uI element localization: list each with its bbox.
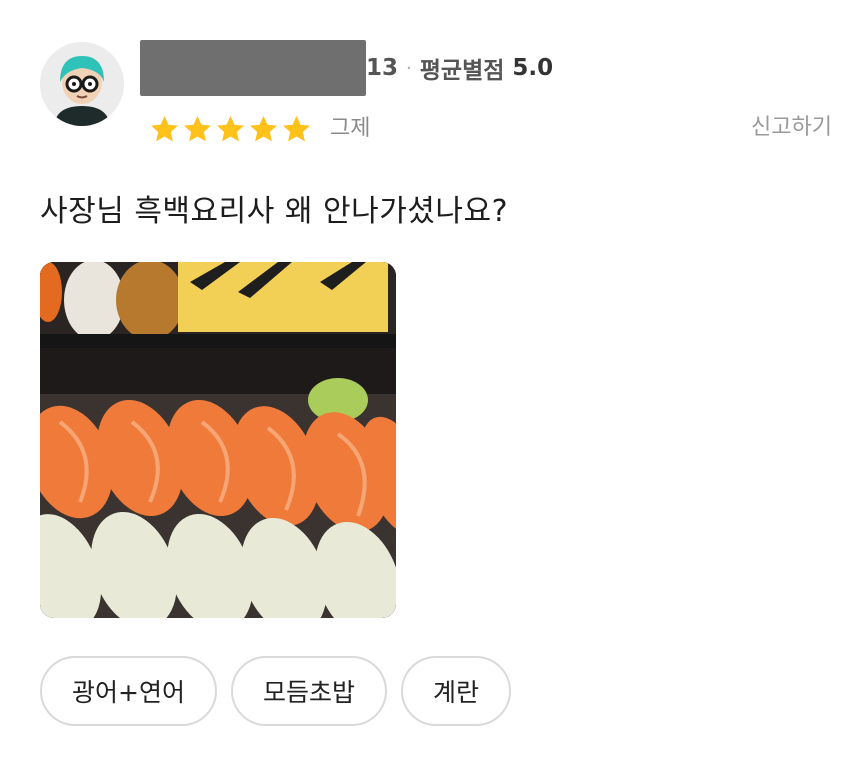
- star-icon: [250, 115, 277, 141]
- review-body: 사장님 흑백요리사 왜 안나가셨나요?: [40, 194, 509, 229]
- star-icon: [151, 115, 178, 141]
- review-date: 그제: [330, 116, 371, 141]
- avg-rating-label: 평균별점: [419, 58, 505, 84]
- meta-separator: ·: [406, 57, 412, 79]
- menu-tags: 광어+연어 모듬초밥 계란: [40, 656, 511, 726]
- star-rating: [148, 112, 313, 146]
- avg-rating-value: 5.0: [512, 55, 554, 81]
- tag-chip[interactable]: 광어+연어: [40, 656, 217, 726]
- tag-chip[interactable]: 계란: [400, 656, 511, 726]
- reviewer-name-redacted: [140, 40, 366, 96]
- review-photo[interactable]: [40, 262, 396, 618]
- reviewer-meta: 13 · 평균별점 5.0: [366, 52, 553, 84]
- report-button[interactable]: 신고하기: [751, 110, 832, 146]
- reviewer-avatar[interactable]: [40, 42, 124, 126]
- tag-chip[interactable]: 모듬초밥: [230, 656, 387, 726]
- review-count: 13: [366, 55, 399, 81]
- avatar-character-icon: [40, 42, 124, 126]
- star-icon: [184, 115, 211, 141]
- star-icon: [217, 115, 244, 141]
- star-icon: [283, 115, 310, 141]
- sushi-photo-image: [40, 262, 396, 618]
